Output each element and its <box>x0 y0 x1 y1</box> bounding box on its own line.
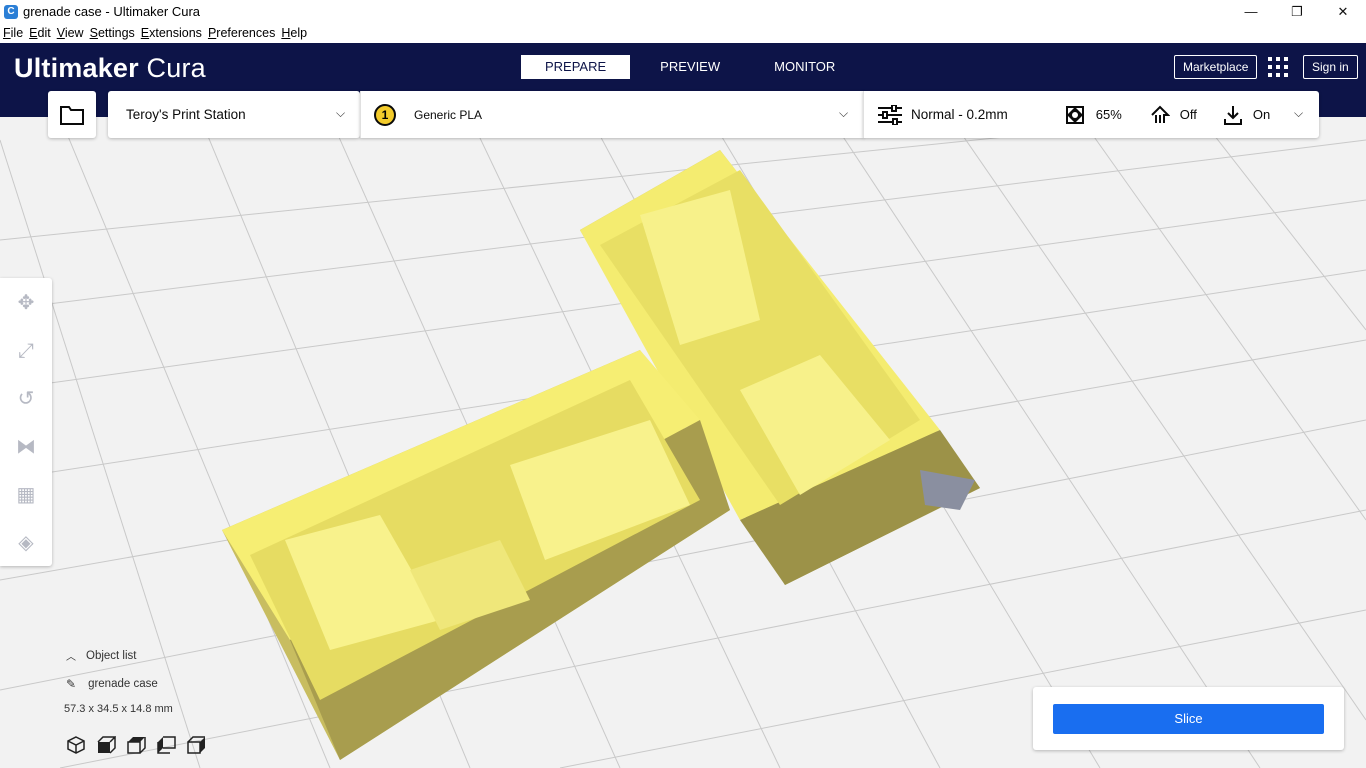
3d-view-icon[interactable] <box>66 736 86 754</box>
close-button[interactable]: ✕ <box>1320 0 1366 23</box>
cura-app-icon: C <box>4 4 18 19</box>
mirror-icon[interactable]: ⧓ <box>14 435 38 459</box>
logo-bold: Ultimaker <box>14 53 139 83</box>
object-list-toggle[interactable]: ︿ Object list <box>60 648 173 664</box>
menu-file[interactable]: File <box>3 26 23 40</box>
material-selector[interactable]: 1 Generic PLA ⌵ <box>360 91 864 138</box>
folder-icon <box>60 105 84 125</box>
printer-selector[interactable]: Teroy's Print Station ⌵ <box>108 91 360 138</box>
object-list-label: Object list <box>86 649 137 662</box>
support-value: Off <box>1179 107 1197 122</box>
chevron-down-icon: ⌵ <box>839 106 849 120</box>
model-left[interactable] <box>222 350 730 760</box>
menu-preferences[interactable]: Preferences <box>208 26 275 40</box>
slice-button[interactable]: Slice <box>1053 704 1324 734</box>
chevron-down-icon: ⌵ <box>336 106 346 120</box>
support-icon <box>1151 105 1170 123</box>
build-plate-grid <box>0 117 1366 768</box>
chevron-up-icon: ︿ <box>66 652 76 663</box>
slice-panel: Slice <box>1033 687 1344 750</box>
tab-prepare[interactable]: PREPARE <box>521 55 631 79</box>
window-title: grenade case - Ultimaker Cura <box>23 4 201 19</box>
adhesion-icon <box>1223 105 1242 125</box>
object-name: grenade case <box>88 678 158 690</box>
print-settings-selector[interactable]: Normal - 0.2mm 65% Off On ⌵ <box>863 91 1319 138</box>
tab-preview[interactable]: PREVIEW <box>636 55 744 79</box>
object-dimensions: 57.3 x 34.5 x 14.8 mm <box>64 703 173 715</box>
menu-extensions[interactable]: Extensions <box>141 26 202 40</box>
restore-button[interactable]: ❐ <box>1274 0 1320 23</box>
per-model-settings-icon[interactable]: ▦ <box>14 483 38 507</box>
sign-in-button[interactable]: Sign in <box>1303 55 1358 79</box>
build-plate-viewport[interactable] <box>0 117 1366 768</box>
move-icon[interactable]: ✥ <box>14 291 38 315</box>
scale-icon[interactable]: ⤢ <box>14 339 38 363</box>
front-view-icon[interactable] <box>96 736 116 754</box>
apps-grid-icon[interactable] <box>1268 57 1288 77</box>
pencil-icon: ✎ <box>66 677 77 691</box>
chevron-down-icon: ⌵ <box>1294 106 1304 120</box>
right-view-icon[interactable] <box>186 736 206 754</box>
stage-tabs: PREPARE PREVIEW MONITOR <box>521 55 865 79</box>
marketplace-button[interactable]: Marketplace <box>1174 55 1258 79</box>
menu-view[interactable]: View <box>57 26 84 40</box>
support-blocker-icon[interactable]: ◈ <box>14 531 38 555</box>
menu-edit[interactable]: Edit <box>29 26 51 40</box>
material-name: Generic PLA <box>414 107 483 122</box>
extruder-badge: 1 <box>374 103 396 126</box>
printer-name: Teroy's Print Station <box>126 107 246 122</box>
left-view-icon[interactable] <box>156 736 176 754</box>
open-file-button[interactable] <box>48 91 96 138</box>
profile-name: Normal - 0.2mm <box>911 107 1008 122</box>
infill-icon <box>1065 105 1084 124</box>
rotate-icon[interactable]: ↺ <box>14 387 38 411</box>
logo: Ultimaker Cura <box>14 53 206 84</box>
infill-value: 65% <box>1095 107 1122 122</box>
title-bar: C grenade case - Ultimaker Cura — ❐ ✕ <box>0 0 1366 23</box>
object-list-panel: ︿ Object list ✎ grenade case 57.3 x 34.5… <box>60 648 173 716</box>
top-view-icon[interactable] <box>126 736 146 754</box>
adhesion-value: On <box>1252 107 1271 122</box>
menu-bar: File Edit View Settings Extensions Prefe… <box>0 23 1366 43</box>
tab-monitor[interactable]: MONITOR <box>750 55 859 79</box>
object-list-item[interactable]: ✎ grenade case <box>60 677 173 691</box>
logo-light: Cura <box>138 53 206 83</box>
menu-settings[interactable]: Settings <box>90 26 135 40</box>
sliders-icon <box>878 104 902 125</box>
tool-sidebar: ✥ ⤢ ↺ ⧓ ▦ ◈ <box>0 278 52 566</box>
minimize-button[interactable]: — <box>1228 0 1274 23</box>
menu-help[interactable]: Help <box>281 26 307 40</box>
